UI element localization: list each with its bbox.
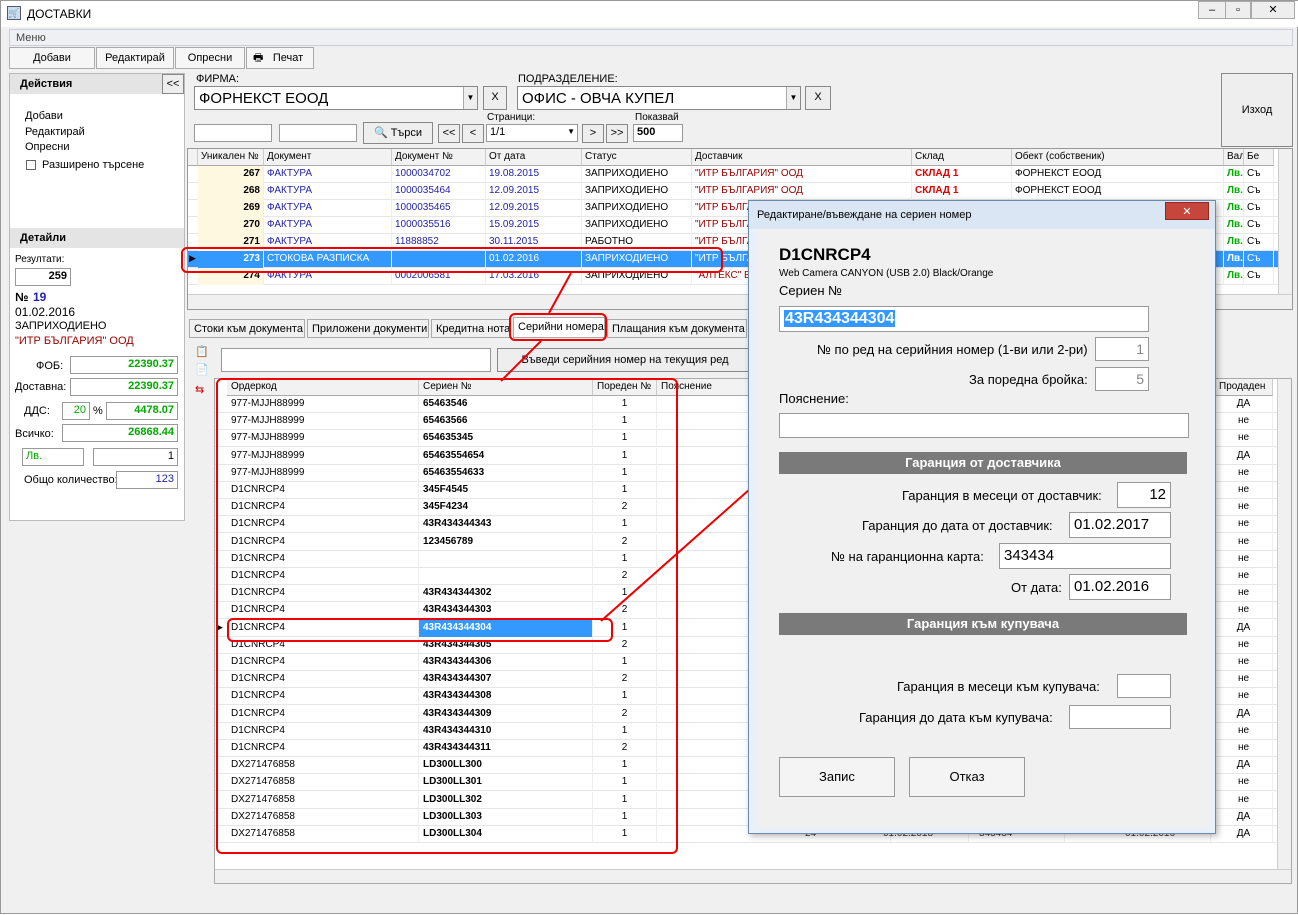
qty-index-field[interactable]: 5 <box>1095 367 1149 391</box>
serial-label: Сериен № <box>779 283 843 298</box>
from-date-field[interactable]: 01.02.2016 <box>1069 574 1171 600</box>
sup-months-field[interactable]: 12 <box>1117 482 1171 508</box>
note-field[interactable] <box>779 413 1189 438</box>
annotation-line-3 <box>600 488 751 622</box>
buy-months-field[interactable] <box>1117 674 1171 698</box>
buy-months-label: Гаранция в месеци към купувача: <box>897 679 1100 694</box>
annotation-line-2 <box>500 340 542 382</box>
buy-date-label: Гаранция до дата към купувача: <box>859 710 1053 725</box>
product-name: Web Camera CANYON (USB 2.0) Black/Orange <box>779 268 994 279</box>
sup-date-field[interactable]: 01.02.2017 <box>1069 512 1171 538</box>
order-label: № по ред на серийния номер (1-ви или 2-р… <box>817 342 1088 357</box>
serial-field[interactable]: 43R434344304 <box>779 306 1149 332</box>
serial-dialog: Редактиране/въвеждане на сериен номер ✕ … <box>748 200 1216 834</box>
order-field[interactable]: 1 <box>1095 337 1149 361</box>
annotation-line-1 <box>548 272 572 314</box>
save-button[interactable]: Запис <box>779 757 895 797</box>
card-field[interactable]: 343434 <box>999 543 1171 569</box>
dialog-titlebar: Редактиране/въвеждане на сериен номер ✕ <box>749 201 1215 229</box>
buyer-warranty-section: Гаранция към купувача <box>779 613 1187 635</box>
dialog-close-button[interactable]: ✕ <box>1165 202 1209 220</box>
cancel-button[interactable]: Отказ <box>909 757 1025 797</box>
qty-index-label: За поредна бройка: <box>969 372 1088 387</box>
sup-months-label: Гаранция в месеци от доставчик: <box>902 488 1102 503</box>
buy-date-field[interactable] <box>1069 705 1171 729</box>
from-date-label: От дата: <box>1011 580 1062 595</box>
dialog-body: D1CNRCP4 Web Camera CANYON (USB 2.0) Bla… <box>757 229 1209 827</box>
card-label: № на гаранционна карта: <box>831 549 984 564</box>
serial-value: 43R434344304 <box>784 310 896 327</box>
supplier-warranty-section: Гаранция от доставчика <box>779 452 1187 474</box>
product-code: D1CNRCP4 <box>779 245 871 264</box>
main-window: 🛒 ДОСТАВКИ – ▫ ✕ Меню Добави Редактирай … <box>0 0 1298 914</box>
dialog-title: Редактиране/въвеждане на сериен номер <box>757 209 972 221</box>
note-label: Пояснение: <box>779 391 849 406</box>
sup-date-label: Гаранция до дата от доставчик: <box>862 518 1053 533</box>
